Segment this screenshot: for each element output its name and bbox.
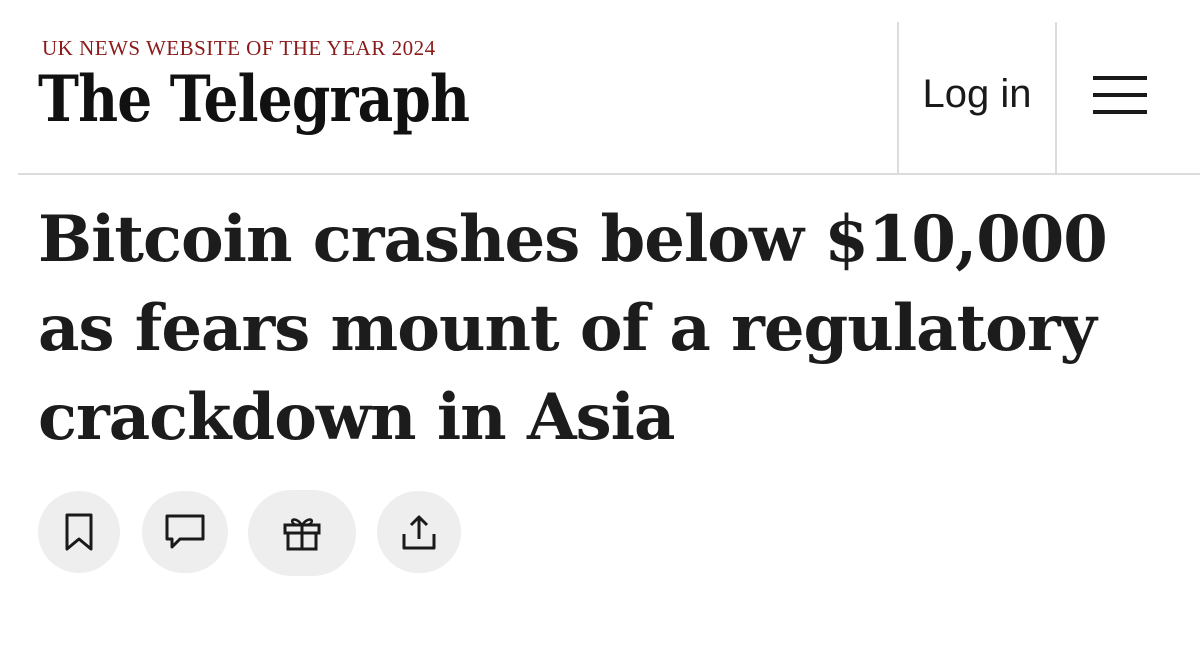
- article-headline: Bitcoin crashes below $10,000 as fears m…: [38, 202, 1108, 455]
- hamburger-menu-icon: [1092, 75, 1147, 114]
- login-label: Log in: [922, 72, 1032, 116]
- login-button[interactable]: Log in: [899, 22, 1055, 173]
- menu-button[interactable]: [1057, 22, 1182, 173]
- bookmark-button[interactable]: [38, 491, 120, 573]
- bookmark-icon: [65, 513, 93, 551]
- comment-icon: [165, 514, 205, 549]
- article-actions: [38, 490, 538, 576]
- gift-icon: [283, 518, 321, 551]
- award-tagline: UK NEWS WEBSITE OF THE YEAR 2024: [42, 36, 436, 60]
- share-icon: [402, 515, 436, 550]
- comment-button[interactable]: [142, 491, 228, 573]
- share-button[interactable]: [377, 491, 461, 573]
- telegraph-logo[interactable]: The Telegraph: [38, 68, 470, 132]
- gift-button[interactable]: [248, 490, 356, 576]
